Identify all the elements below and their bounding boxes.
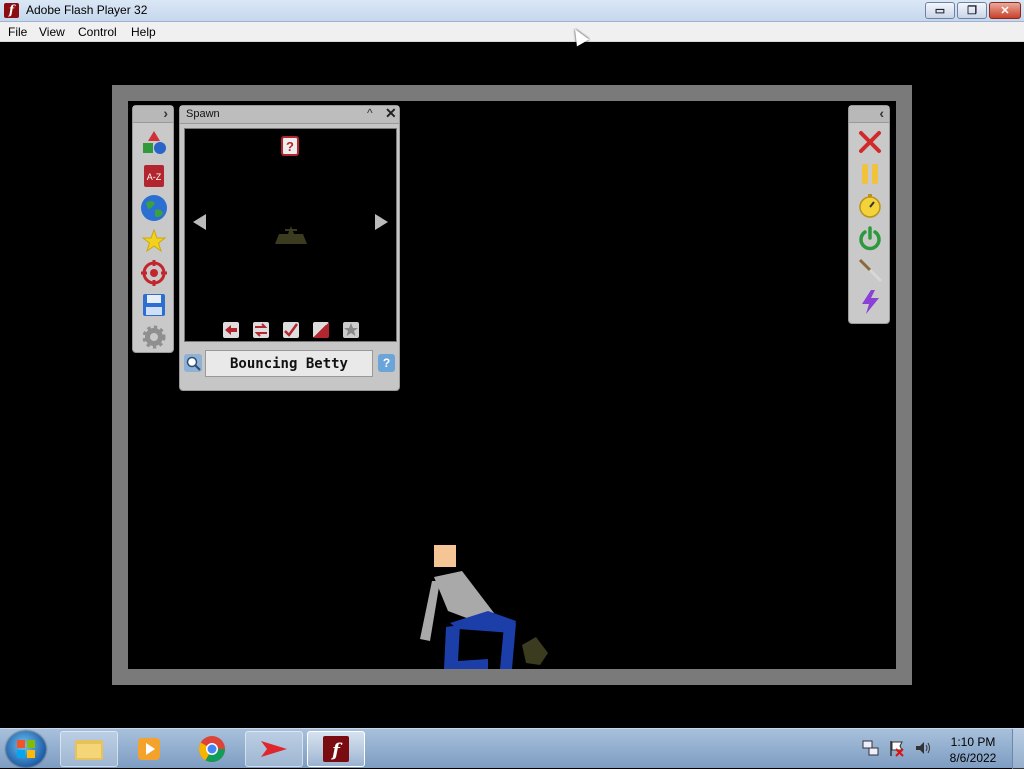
chevron-right-icon: › [163, 105, 168, 121]
action-center-flag-icon[interactable] [888, 739, 906, 757]
menu-view[interactable]: View [39, 25, 65, 39]
taskbar-media-player[interactable] [120, 731, 178, 767]
media-player-icon [138, 738, 160, 760]
taskbar-file-explorer[interactable] [60, 731, 118, 767]
svg-text:A-Z: A-Z [147, 172, 162, 182]
right-toolbar-collapse-button[interactable]: ‹ [849, 105, 889, 123]
chrome-icon [198, 736, 226, 763]
swap-icon[interactable] [253, 322, 269, 338]
taskbar-flash-player[interactable]: f [307, 731, 365, 767]
system-clock[interactable]: 1:10 PM 8/6/2022 [945, 734, 1001, 766]
show-desktop-button[interactable] [1012, 729, 1024, 769]
taskbar-arrow-app[interactable] [245, 731, 303, 767]
slow-motion-button[interactable] [856, 192, 884, 220]
title-bar: f Adobe Flash Player 32 ▭ ❐ ✕ [0, 0, 1024, 22]
menu-file[interactable]: File [8, 25, 27, 39]
clock-time: 1:10 PM [950, 735, 996, 749]
spawn-panel-close-button[interactable]: ✕ [385, 105, 397, 122]
file-explorer-icon [75, 740, 103, 760]
power-icon [859, 226, 881, 251]
target-tool-button[interactable] [140, 259, 168, 287]
spawn-panel: Spawn ^ ✕ ? Bouncing Betty ? [179, 105, 400, 391]
right-toolbar: ‹ [848, 105, 890, 324]
minimize-icon: ▭ [934, 5, 946, 17]
next-item-arrow[interactable] [375, 214, 388, 230]
game-stage[interactable]: › A-Z Spawn ^ ✕ ? Bouncing Betty ? ‹ [128, 101, 896, 669]
star-icon [141, 228, 167, 253]
check-icon[interactable] [283, 322, 299, 338]
chevron-left-icon: ‹ [879, 105, 884, 121]
start-button[interactable] [6, 731, 46, 767]
save-icon [143, 294, 165, 316]
pause-button[interactable] [856, 160, 884, 188]
spawn-panel-header: Spawn ^ ✕ [180, 105, 399, 124]
settings-tool-button[interactable] [140, 323, 168, 351]
menu-help[interactable]: Help [131, 25, 156, 39]
menu-bar: File View Control Help [0, 22, 1024, 42]
random-item-icon[interactable]: ? [281, 136, 299, 156]
a-z-icon: A-Z [144, 165, 164, 187]
clear-button[interactable] [856, 128, 884, 156]
gear-icon [142, 325, 166, 349]
spawn-panel-title: Spawn [186, 108, 220, 120]
bouncing-betty-preview [275, 226, 307, 244]
shapes-tool-button[interactable] [140, 129, 168, 157]
lightning-tool-button[interactable] [856, 288, 884, 316]
windows-logo-icon [17, 740, 35, 758]
ragdoll-character[interactable] [408, 541, 568, 669]
split-color-icon[interactable] [313, 322, 329, 338]
minimize-button[interactable]: ▭ [925, 2, 955, 19]
left-toolbar-collapse-button[interactable]: › [133, 105, 173, 123]
maximize-icon: ❐ [967, 5, 977, 17]
taskbar: f 1:10 PM 8/6/2022 [0, 728, 1024, 769]
spawn-preview: ? [184, 128, 397, 342]
globe-tool-button[interactable] [140, 194, 168, 222]
arrow-app-icon [261, 741, 287, 757]
left-toolbar: › A-Z [132, 105, 174, 353]
maximize-button[interactable]: ❐ [957, 2, 987, 19]
flash-player-icon: f [323, 736, 349, 762]
lightning-icon [862, 290, 879, 314]
close-window-button[interactable]: ✕ [989, 2, 1021, 19]
favorites-tool-button[interactable] [140, 227, 168, 255]
flash-app-icon: f [4, 3, 19, 18]
svg-text:?: ? [286, 139, 294, 154]
bouncing-betty-mine [522, 637, 548, 665]
close-icon: ✕ [1000, 5, 1010, 17]
menu-control[interactable]: Control [78, 25, 117, 39]
close-icon [859, 131, 881, 153]
pause-icon [862, 164, 878, 184]
stopwatch-icon [859, 194, 881, 218]
previous-item-arrow[interactable] [193, 214, 206, 230]
selected-item-name[interactable]: Bouncing Betty [205, 350, 373, 377]
spawn-panel-minimize-button[interactable]: ^ [367, 106, 373, 120]
help-icon[interactable]: ? [378, 354, 395, 372]
network-icon[interactable] [862, 739, 880, 757]
clock-date: 8/6/2022 [949, 751, 997, 765]
search-icon[interactable] [184, 354, 202, 372]
knife-tool-button[interactable] [856, 256, 884, 284]
ragdoll-arm [420, 581, 440, 641]
a-z-tool-button[interactable]: A-Z [140, 162, 168, 190]
taskbar-chrome[interactable] [183, 731, 241, 767]
reset-button[interactable] [856, 224, 884, 252]
volume-icon[interactable] [914, 739, 932, 757]
ragdoll-leg-left [444, 625, 488, 669]
save-tool-button[interactable] [140, 291, 168, 319]
knife-icon [858, 258, 883, 283]
badge-star-icon[interactable] [343, 322, 359, 338]
ragdoll-head [434, 545, 456, 567]
back-icon[interactable] [223, 322, 239, 338]
spawn-item-bar: Bouncing Betty ? [184, 350, 397, 378]
window-title: Adobe Flash Player 32 [26, 3, 148, 17]
target-icon [141, 260, 167, 286]
globe-icon [141, 195, 167, 221]
shapes-icon [143, 131, 166, 154]
